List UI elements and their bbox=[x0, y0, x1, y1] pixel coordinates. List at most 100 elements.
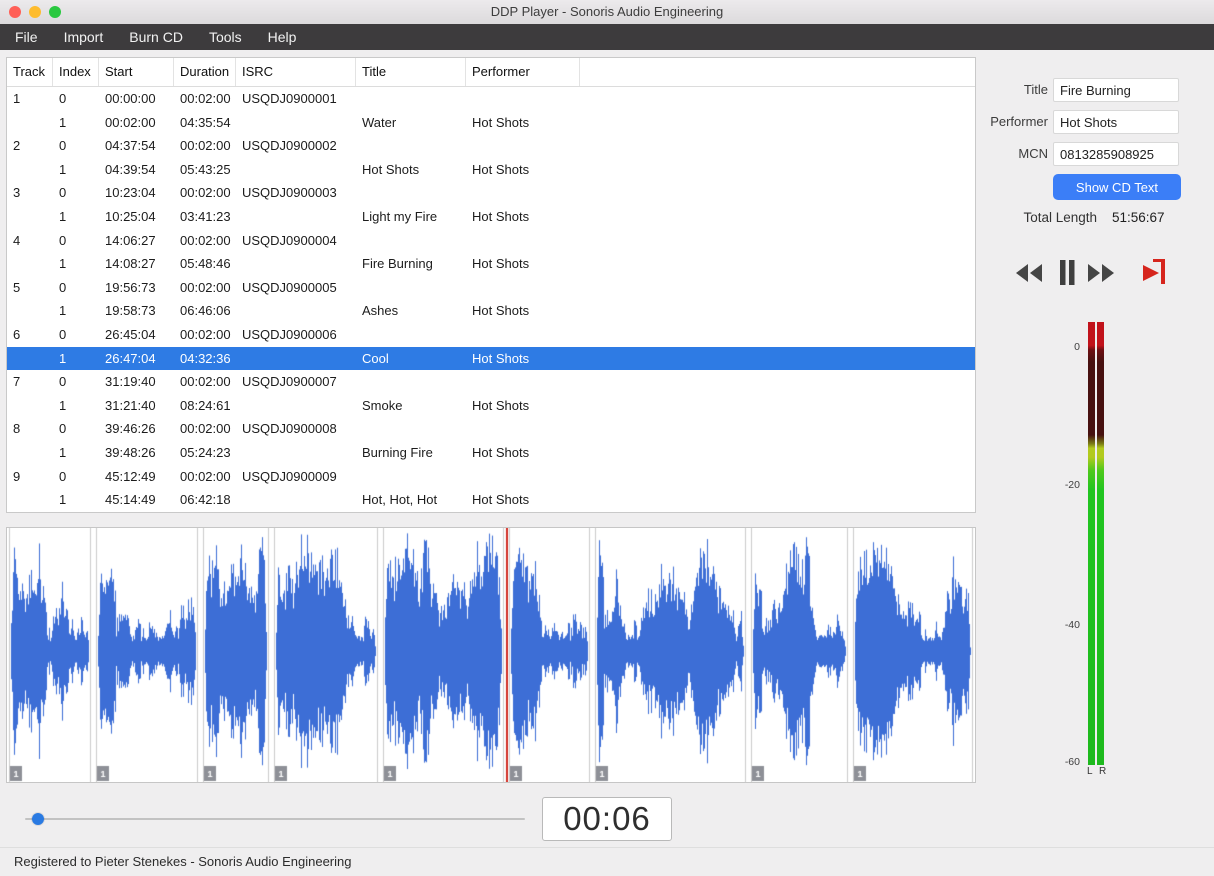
title-field[interactable] bbox=[1053, 78, 1179, 102]
cell-title bbox=[356, 370, 466, 394]
cell-duration: 08:24:61 bbox=[180, 397, 231, 413]
column-header-filler bbox=[580, 58, 975, 86]
close-button[interactable] bbox=[9, 6, 21, 18]
cell-title bbox=[356, 465, 466, 489]
column-header-isrc[interactable]: ISRC bbox=[236, 58, 356, 86]
cell-index: 1 bbox=[59, 256, 67, 272]
cell-isrc: USQDJ0900008 bbox=[242, 421, 337, 437]
slider-thumb[interactable] bbox=[32, 813, 44, 825]
cell-filler bbox=[580, 134, 975, 158]
table-row[interactable]: 1 14:08:27 05:48:46 Fire Burning Hot Shots bbox=[7, 252, 975, 276]
cell-start: 39:46:26 bbox=[105, 421, 156, 437]
track-table: Track Index Start Duration ISRC Title Performe… bbox=[6, 57, 976, 513]
cell-filler bbox=[580, 488, 975, 512]
cell-filler bbox=[580, 205, 975, 229]
cell-title: Smoke bbox=[362, 397, 403, 413]
meter-bar-right bbox=[1097, 322, 1104, 765]
table-row[interactable]: 2 0 04:37:54 00:02:00 USQDJ0900002 bbox=[7, 134, 975, 158]
cell-title: Burning Fire bbox=[362, 444, 433, 460]
rewind-button[interactable] bbox=[1015, 263, 1043, 283]
table-row[interactable]: 3 0 10:23:04 00:02:00 USQDJ0900003 bbox=[7, 181, 975, 205]
cell-title: Fire Burning bbox=[362, 256, 433, 272]
cell-isrc bbox=[236, 488, 356, 512]
cell-performer bbox=[466, 417, 580, 441]
cell-performer bbox=[466, 181, 580, 205]
menu-help[interactable]: Help bbox=[255, 24, 310, 50]
waveform-canvas[interactable] bbox=[7, 528, 975, 782]
table-row[interactable]: 1 19:58:73 06:46:06 Ashes Hot Shots bbox=[7, 299, 975, 323]
cell-isrc bbox=[236, 394, 356, 418]
cell-start: 00:02:00 bbox=[105, 114, 156, 130]
cell-start: 31:19:40 bbox=[105, 374, 156, 390]
table-row[interactable]: 9 0 45:12:49 00:02:00 USQDJ0900009 bbox=[7, 464, 975, 489]
cell-isrc: USQDJ0900003 bbox=[242, 185, 337, 201]
column-header-index[interactable]: Index bbox=[53, 58, 99, 86]
cell-duration: 05:43:25 bbox=[180, 161, 231, 177]
cell-isrc bbox=[236, 347, 356, 371]
cell-index: 0 bbox=[59, 232, 67, 248]
table-row[interactable]: 1 26:47:04 04:32:36 Cool Hot Shots bbox=[7, 346, 975, 371]
inspector-panel: Title Performer MCN Show CD Text Total L… bbox=[985, 50, 1214, 876]
column-header-start[interactable]: Start bbox=[99, 58, 174, 86]
zoom-slider[interactable] bbox=[25, 811, 525, 827]
cell-duration: 00:02:00 bbox=[180, 326, 231, 342]
cell-performer: Hot Shots bbox=[472, 350, 530, 366]
play-to-marker-button[interactable] bbox=[1140, 255, 1170, 287]
show-cd-text-button[interactable]: Show CD Text bbox=[1053, 174, 1181, 200]
cell-isrc: USQDJ0900002 bbox=[242, 138, 337, 154]
cell-isrc bbox=[236, 158, 356, 182]
column-header-title[interactable]: Title bbox=[356, 58, 466, 86]
cell-isrc: USQDJ0900004 bbox=[242, 232, 337, 248]
cell-track bbox=[7, 205, 53, 229]
cell-performer bbox=[466, 229, 580, 253]
table-row[interactable]: 1 00:02:00 04:35:54 Water Hot Shots bbox=[7, 110, 975, 135]
mcn-field[interactable] bbox=[1053, 142, 1179, 166]
table-row[interactable]: 8 0 39:46:26 00:02:00 USQDJ0900008 bbox=[7, 417, 975, 441]
fast-forward-button[interactable] bbox=[1087, 263, 1115, 283]
table-row[interactable]: 4 0 14:06:27 00:02:00 USQDJ0900004 bbox=[7, 228, 975, 253]
cell-performer: Hot Shots bbox=[472, 444, 530, 460]
table-row[interactable]: 1 04:39:54 05:43:25 Hot Shots Hot Shots bbox=[7, 157, 975, 182]
column-header-track[interactable]: Track bbox=[7, 58, 53, 86]
table-row[interactable]: 1 31:21:40 08:24:61 Smoke Hot Shots bbox=[7, 393, 975, 418]
cell-performer: Hot Shots bbox=[472, 114, 530, 130]
menu-import[interactable]: Import bbox=[51, 24, 117, 50]
column-header-performer[interactable]: Performer bbox=[466, 58, 580, 86]
cell-index: 0 bbox=[59, 326, 67, 342]
cell-filler bbox=[580, 158, 975, 182]
table-row[interactable]: 5 0 19:56:73 00:02:00 USQDJ0900005 bbox=[7, 275, 975, 300]
table-row[interactable]: 1 0 00:00:00 00:02:00 USQDJ0900001 bbox=[7, 87, 975, 111]
cell-isrc: USQDJ0900001 bbox=[242, 91, 337, 106]
cell-track bbox=[7, 488, 53, 512]
performer-field[interactable] bbox=[1053, 110, 1179, 134]
table-row[interactable]: 7 0 31:19:40 00:02:00 USQDJ0900007 bbox=[7, 370, 975, 394]
menu-tools[interactable]: Tools bbox=[196, 24, 255, 50]
cell-performer bbox=[466, 370, 580, 394]
slider-track[interactable] bbox=[25, 818, 525, 820]
table-row[interactable]: 6 0 26:45:04 00:02:00 USQDJ0900006 bbox=[7, 322, 975, 347]
pause-button[interactable] bbox=[1058, 259, 1076, 286]
cell-index: 1 bbox=[59, 303, 67, 319]
table-row[interactable]: 1 10:25:04 03:41:23 Light my Fire Hot Shots bbox=[7, 204, 975, 229]
menu-burn-cd[interactable]: Burn CD bbox=[116, 24, 196, 50]
cell-title bbox=[356, 181, 466, 205]
cell-filler bbox=[580, 229, 975, 253]
total-length-value: 51:56:67 bbox=[1112, 210, 1165, 225]
table-row[interactable]: 1 45:14:49 06:42:18 Hot, Hot, Hot Hot Shots bbox=[7, 488, 975, 512]
menu-file[interactable]: File bbox=[2, 24, 51, 50]
cell-duration: 00:02:00 bbox=[180, 185, 231, 201]
minimize-button[interactable] bbox=[29, 6, 41, 18]
zoom-button[interactable] bbox=[49, 6, 61, 18]
meter-scale-label: -40 bbox=[1064, 619, 1080, 631]
column-header-duration[interactable]: Duration bbox=[174, 58, 236, 86]
cell-duration: 00:02:00 bbox=[180, 374, 231, 390]
cell-index: 0 bbox=[59, 279, 67, 295]
cell-start: 10:23:04 bbox=[105, 185, 156, 201]
cell-filler bbox=[580, 276, 975, 300]
cell-index: 1 bbox=[59, 161, 67, 177]
cell-performer: Hot Shots bbox=[472, 303, 530, 319]
cell-index: 0 bbox=[59, 421, 67, 437]
cell-start: 04:37:54 bbox=[105, 138, 156, 154]
cell-start: 19:58:73 bbox=[105, 303, 156, 319]
table-row[interactable]: 1 39:48:26 05:24:23 Burning Fire Hot Shots bbox=[7, 440, 975, 465]
